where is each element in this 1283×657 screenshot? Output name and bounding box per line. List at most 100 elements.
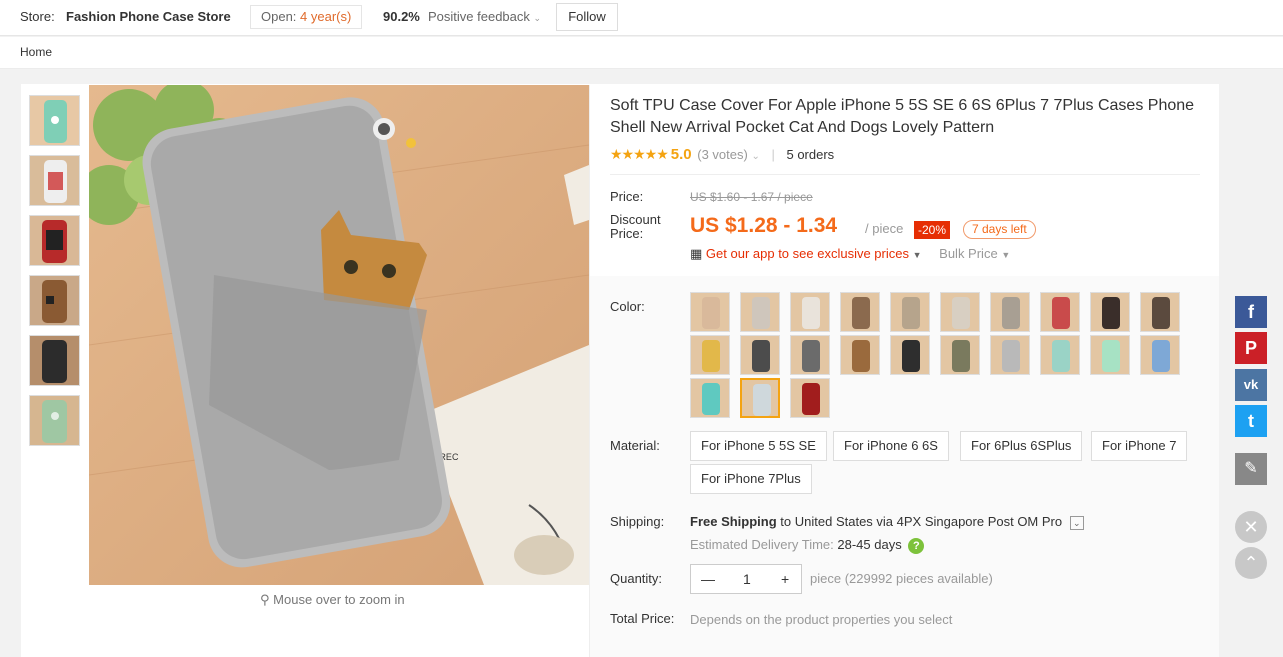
app-price-link[interactable]: Get our app to see exclusive prices ▼	[706, 246, 922, 261]
color-swatch[interactable]	[740, 292, 780, 332]
price-unit: / piece	[865, 221, 904, 236]
color-swatch[interactable]	[790, 335, 830, 375]
feedback-percent: 90.2%	[383, 9, 420, 24]
scroll-top-icon[interactable]: ⌃	[1235, 547, 1267, 579]
shipping-label: Shipping:	[610, 514, 665, 529]
follow-button[interactable]: Follow	[556, 3, 618, 31]
chevron-down-icon[interactable]: ⌄	[751, 151, 759, 162]
pieces-available: piece (229992 pieces available)	[810, 571, 993, 586]
free-shipping: Free Shipping	[690, 514, 777, 529]
thumbnail[interactable]	[29, 95, 80, 146]
material-option[interactable]: For iPhone 6 6S	[833, 431, 949, 461]
color-swatch[interactable]	[1140, 292, 1180, 332]
app-price-text: Get our app to see exclusive prices	[705, 246, 909, 261]
color-swatch[interactable]	[940, 335, 980, 375]
thumbnail[interactable]	[29, 395, 80, 446]
color-swatch[interactable]	[790, 378, 830, 418]
plus-icon[interactable]: +	[781, 571, 789, 587]
quantity-stepper: — 1 +	[690, 564, 802, 594]
material-option[interactable]: For 6Plus 6SPlus	[960, 431, 1083, 461]
breadcrumb: Home	[0, 37, 1283, 69]
delivery-estimate: Estimated Delivery Time: 28-45 days ?	[690, 537, 925, 554]
color-swatch[interactable]	[1040, 292, 1080, 332]
zoom-hint-text: Mouse over to zoom in	[273, 592, 405, 607]
color-swatch[interactable]	[1090, 335, 1130, 375]
rating-score: 5.0	[670, 146, 692, 163]
positive-feedback-dropdown[interactable]: Positive feedback ⌄	[428, 0, 541, 35]
qr-code-icon: ▦	[690, 246, 703, 261]
close-icon[interactable]: ✕	[1235, 511, 1267, 543]
separator: |	[771, 147, 775, 162]
shipping-destination: to United States via 4PX Singapore Post …	[780, 514, 1063, 529]
feedback-label: Positive feedback	[428, 9, 530, 24]
days-left-badge: 7 days left	[963, 220, 1036, 239]
edit-icon[interactable]: ✎	[1235, 453, 1267, 485]
eta-label: Estimated Delivery Time:	[690, 537, 834, 552]
color-swatch[interactable]	[940, 292, 980, 332]
thumbnail[interactable]	[29, 215, 80, 266]
store-bar: Store: Fashion Phone Case Store Open: 4 …	[0, 0, 1283, 36]
discount-price-label-1: Discount	[610, 212, 661, 227]
price-label: Price:	[610, 189, 644, 204]
discount-price-label-2: Price:	[610, 226, 644, 241]
pinterest-icon[interactable]: P	[1235, 332, 1267, 364]
search-icon: ⚲	[260, 592, 270, 607]
material-option[interactable]: For iPhone 5 5S SE	[690, 431, 827, 461]
caret-down-icon: ▼	[1001, 250, 1011, 260]
breadcrumb-home[interactable]: Home	[20, 45, 52, 59]
color-label: Color:	[610, 299, 645, 314]
app-promo-row: ▦ Get our app to see exclusive prices ▼ …	[690, 246, 1010, 262]
orders-count: 5 orders	[786, 147, 835, 162]
discount-price: US $1.28 - 1.34	[690, 214, 838, 237]
color-swatch[interactable]	[740, 335, 780, 375]
chevron-down-icon: ⌄	[533, 13, 542, 23]
open-years: 4 year(s)	[300, 9, 352, 24]
options-section	[590, 276, 1219, 657]
help-icon[interactable]: ?	[908, 537, 925, 554]
minus-icon[interactable]: —	[701, 571, 715, 587]
shipping-info: Free Shipping to United States via 4PX S…	[690, 514, 1084, 530]
eta-days: 28-45 days	[837, 537, 902, 552]
main-product-image[interactable]: ●REC	[89, 85, 589, 585]
product-title: Soft TPU Case Cover For Apple iPhone 5 5…	[610, 97, 1195, 136]
votes-link[interactable]: (3 votes)	[697, 147, 748, 162]
twitter-icon[interactable]: t	[1235, 405, 1267, 437]
thumbnail[interactable]	[29, 335, 80, 386]
color-swatch[interactable]	[690, 378, 730, 418]
color-swatch[interactable]	[1140, 335, 1180, 375]
bulk-price-text: Bulk Price	[939, 246, 998, 261]
store-name-link[interactable]: Fashion Phone Case Store	[66, 0, 231, 34]
color-swatch[interactable]	[890, 335, 930, 375]
discount-badge: -20%	[914, 221, 951, 239]
color-swatch[interactable]	[890, 292, 930, 332]
rating-row: ★★★★★ 5.0 (3 votes) ⌄ | 5 orders	[610, 146, 834, 163]
total-price-label: Total Price:	[610, 611, 675, 626]
color-swatch[interactable]	[790, 292, 830, 332]
material-option[interactable]: For iPhone 7Plus	[690, 464, 812, 494]
facebook-icon[interactable]: f	[1235, 296, 1267, 328]
bulk-price-dropdown[interactable]: Bulk Price ▼	[939, 246, 1010, 261]
store-open-badge: Open: 4 year(s)	[250, 5, 363, 29]
zoom-hint: ⚲ Mouse over to zoom in	[260, 592, 405, 608]
thumbnail[interactable]	[29, 155, 80, 206]
color-swatch[interactable]	[1090, 292, 1130, 332]
color-swatch[interactable]	[990, 335, 1030, 375]
total-price-text: Depends on the product properties you se…	[690, 612, 953, 627]
material-option[interactable]: For iPhone 7	[1091, 431, 1188, 461]
thumbnail[interactable]	[29, 275, 80, 326]
color-swatch[interactable]	[840, 335, 880, 375]
shipping-dropdown-icon[interactable]: ⌄	[1069, 515, 1084, 530]
vk-icon[interactable]: vk	[1235, 369, 1267, 401]
quantity-label: Quantity:	[610, 571, 663, 586]
divider	[610, 174, 1200, 175]
quantity-input[interactable]: 1	[743, 571, 751, 587]
color-swatch[interactable]	[740, 378, 780, 418]
original-price: US $1.60 - 1.67 / piece	[690, 190, 813, 204]
star-rating-icon: ★★★★★	[610, 146, 669, 162]
color-swatch[interactable]	[1040, 335, 1080, 375]
open-label: Open:	[261, 9, 297, 24]
color-swatch[interactable]	[840, 292, 880, 332]
color-swatch[interactable]	[990, 292, 1030, 332]
color-swatch[interactable]	[690, 335, 730, 375]
color-swatch[interactable]	[690, 292, 730, 332]
